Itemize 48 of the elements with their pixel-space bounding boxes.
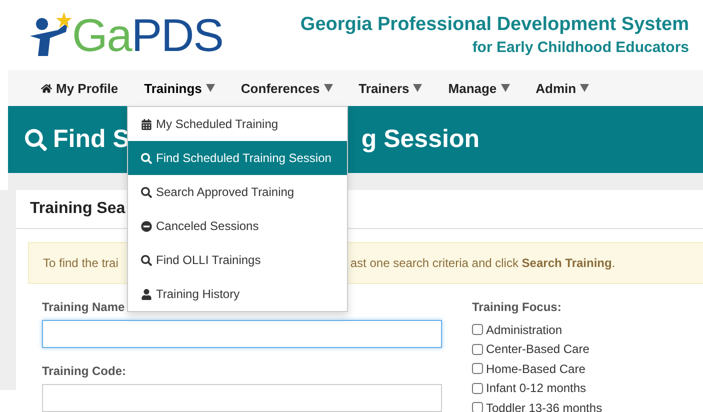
site-subtitle: for Early Childhood Educators: [472, 39, 689, 56]
menu-item[interactable]: Find OLLI Trainings: [128, 243, 347, 277]
user-icon: [141, 288, 152, 300]
field-label: Training Name: [42, 300, 126, 314]
nav-item[interactable]: Trainers: [358, 80, 422, 96]
nav-item[interactable]: Conferences: [240, 80, 333, 96]
menu-item[interactable]: Training History: [128, 277, 347, 311]
checkbox-label: Toddler 13-36 months: [486, 400, 602, 412]
checkbox-label: Infant 0-12 months: [486, 381, 586, 396]
menu-item[interactable]: Canceled Sessions: [128, 209, 347, 243]
calendar-icon: [141, 118, 152, 130]
checkbox-label: Home-Based Care: [486, 362, 586, 376]
menu-item[interactable]: Find Scheduled Training Session: [128, 141, 347, 175]
checkbox[interactable]: [472, 344, 483, 355]
input-field[interactable]: [42, 384, 442, 412]
card-title: Training Sea: [30, 200, 126, 218]
search-icon: [141, 254, 152, 266]
logo-text: PDS: [131, 12, 223, 58]
menu-item[interactable]: Search Approved Training: [128, 175, 347, 209]
menu-item[interactable]: My Scheduled Training: [128, 107, 347, 141]
search-icon: [141, 186, 152, 198]
checkbox-label: Administration: [486, 322, 562, 337]
caret-icon: [413, 84, 422, 92]
checkbox[interactable]: [472, 324, 483, 336]
field-label: Training Code:: [42, 364, 127, 378]
checkbox[interactable]: [472, 363, 483, 374]
nav-item[interactable]: Manage: [448, 80, 510, 96]
caret-icon: [324, 84, 333, 92]
checkbox-label: Center-Based Care: [486, 342, 590, 356]
alert-text: ast one search criteria and click Search Training.: [350, 256, 616, 270]
checkbox[interactable]: [472, 402, 483, 412]
nav-item[interactable]: My Profile: [41, 80, 118, 96]
checkbox[interactable]: [472, 382, 483, 394]
site-title: Georgia Professional Development System: [300, 14, 689, 36]
alert-text: To find the trai: [43, 256, 118, 270]
input-field[interactable]: [42, 320, 442, 348]
page-title: g Session: [361, 125, 480, 154]
home-icon: [41, 82, 52, 94]
caret-icon: [580, 84, 590, 92]
logo-text: Ga: [72, 12, 132, 58]
search-icon: [25, 128, 47, 150]
logo-figure-icon: [28, 12, 72, 58]
caret-icon: [500, 84, 510, 92]
search-icon: [141, 152, 152, 164]
caret-icon: [206, 84, 215, 92]
nav-item[interactable]: Admin: [536, 80, 590, 96]
field-label: Training Focus:: [472, 300, 562, 314]
nav-item[interactable]: Trainings: [144, 80, 215, 96]
